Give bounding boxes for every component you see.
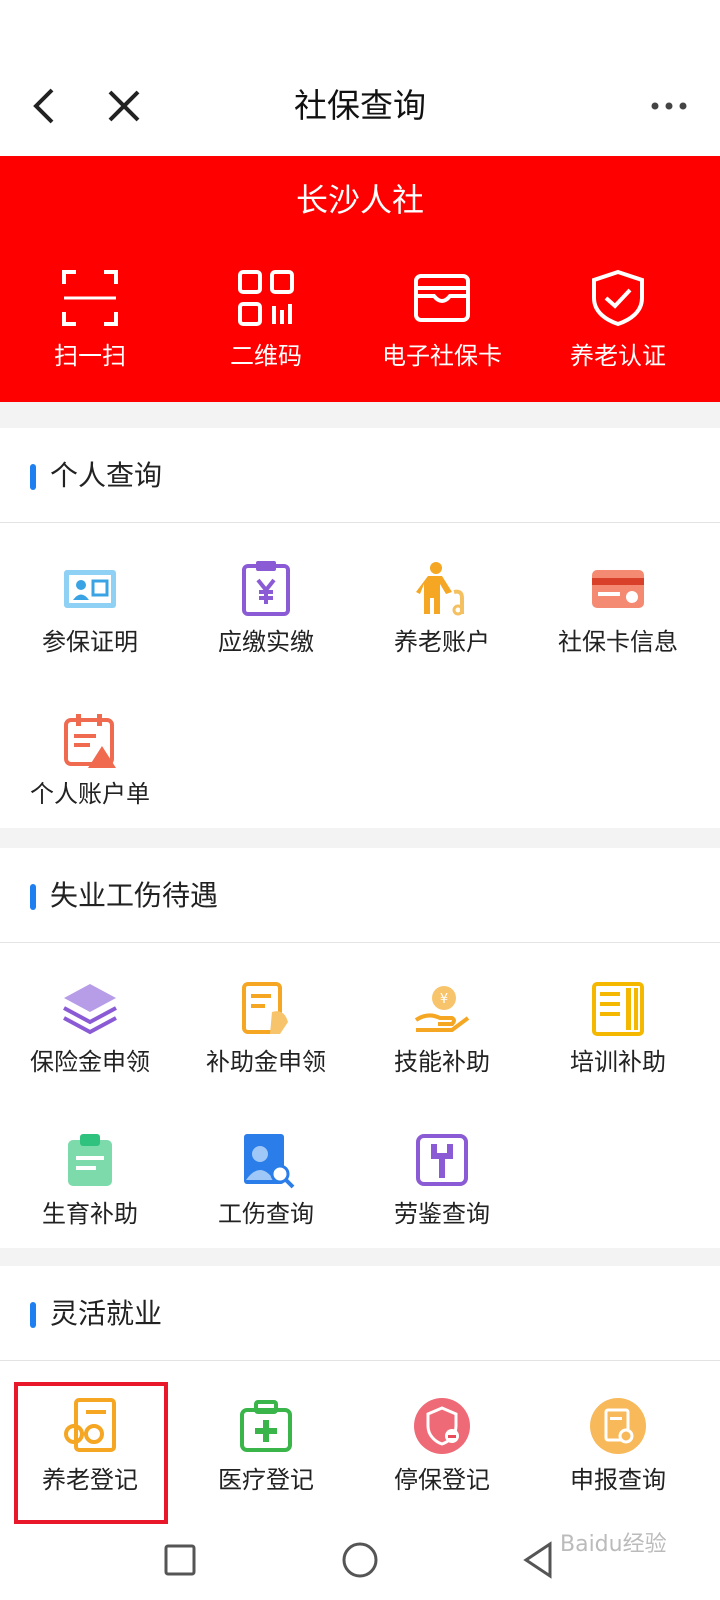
grid-item-personal-statement[interactable]: 个人账户单 [0,680,180,820]
grid-item-label: 参保证明 [42,628,138,656]
section-personal-query: 个人查询 参保证明 应缴实缴 养老账户 社保卡信息 个人账户单 [0,428,720,828]
section-header: 失业工伤待遇 [0,848,720,943]
page-title: 社保查询 [294,86,426,125]
grid-item-label: 个人账户单 [30,780,150,808]
scan-icon [62,270,118,326]
section-title: 失业工伤待遇 [50,879,219,912]
grid-item-label: 技能补助 [394,1048,490,1076]
watermark-text: Baidu经验 [560,1532,667,1557]
document-search-icon [590,1398,646,1454]
medical-kit-icon [240,1400,292,1452]
triangle-back-icon [523,1541,552,1579]
qrcode-icon [238,270,294,326]
grid-item-maternity-subsidy[interactable]: 生育补助 [0,1100,180,1240]
grid-item-payable-paid[interactable]: 应缴实缴 [176,528,356,668]
qrcode-button[interactable]: 二维码 [176,268,356,388]
grid-item-label: 工伤查询 [218,1200,314,1228]
id-card-icon [64,570,116,608]
grid-item-training-subsidy[interactable]: 培训补助 [528,948,708,1088]
more-dots-icon [651,102,687,110]
grid-item-pension-account[interactable]: 养老账户 [352,528,532,668]
coin-hand-icon: ¥ [414,986,470,1032]
section-header: 灵活就业 [0,1266,720,1361]
banner-title: 长沙人社 [295,181,424,219]
top-bar: 社保查询 [0,0,720,156]
more-button[interactable] [648,92,690,120]
svg-text:¥: ¥ [440,992,448,1007]
e-card-button[interactable]: 电子社保卡 [352,268,532,388]
back-nav-button[interactable] [516,1536,564,1584]
system-nav-bar: Baidu经验 [0,1524,720,1600]
highlight-box [14,1382,168,1524]
pension-auth-button[interactable]: 养老认证 [528,268,708,388]
hero-banner: 长沙人社 扫一扫 二维码 电子社保卡 养老认证 [0,156,720,402]
elderly-person-icon [416,562,464,616]
calendar-warning-icon [64,714,116,768]
recent-apps-button[interactable] [156,1536,204,1584]
e-card-label: 电子社保卡 [382,342,502,370]
section-accent-bar [30,884,36,910]
section-header: 个人查询 [0,428,720,523]
home-button[interactable] [336,1536,384,1584]
shield-minus-icon [414,1398,470,1454]
wrench-icon [416,1134,468,1186]
section-title: 个人查询 [50,459,163,492]
qrcode-label: 二维码 [230,342,302,370]
square-icon [164,1544,196,1576]
circle-icon [342,1542,378,1578]
grid-item-subsidy-claim[interactable]: 补助金申领 [176,948,356,1088]
grid-item-label: 劳鉴查询 [394,1200,490,1228]
grid-item-label: 保险金申领 [30,1048,150,1076]
credit-card-icon [592,570,644,608]
section-unemployment-injury: 失业工伤待遇 保险金申领 补助金申领 ¥ 技能补助 培训补助 生育补助 工伤查询… [0,848,720,1248]
scan-label: 扫一扫 [54,342,126,370]
grid-item-labor-appraisal[interactable]: 劳鉴查询 [352,1100,532,1240]
grid-item-skill-subsidy[interactable]: ¥ 技能补助 [352,948,532,1088]
grid-item-injury-query[interactable]: 工伤查询 [176,1100,356,1240]
grid-item-declaration-query[interactable]: 申报查询 [528,1366,708,1506]
layers-icon [63,984,117,1035]
grid-item-label: 养老账户 [394,628,490,656]
grid-item-card-info[interactable]: 社保卡信息 [528,528,708,668]
section-title: 灵活就业 [50,1297,163,1330]
document-hand-icon [242,982,288,1034]
grid-item-label: 申报查询 [570,1466,666,1494]
grid-item-label: 停保登记 [394,1466,490,1494]
grid-item-suspend-insurance[interactable]: 停保登记 [352,1366,532,1506]
grid-item-insurance-claim[interactable]: 保险金申领 [0,948,180,1088]
grid-item-label: 社保卡信息 [558,628,678,656]
shield-check-icon [592,269,644,327]
book-icon [592,982,644,1036]
wallet-card-icon [414,274,470,322]
grid-item-medical-registration[interactable]: 医疗登记 [176,1366,356,1506]
grid-item-insurance-certificate[interactable]: 参保证明 [0,528,180,668]
grid-item-label: 培训补助 [570,1048,666,1076]
person-search-icon [244,1134,295,1189]
grid-item-label: 应缴实缴 [218,628,314,656]
grid-item-label: 生育补助 [42,1200,138,1228]
section-accent-bar [30,464,36,490]
section-accent-bar [30,1302,36,1328]
clipboard-list-icon [68,1134,112,1186]
scan-button[interactable]: 扫一扫 [0,268,180,388]
grid-item-label: 医疗登记 [218,1466,314,1494]
grid-item-label: 补助金申领 [206,1048,326,1076]
pension-auth-label: 养老认证 [570,342,666,370]
clipboard-yen-icon [242,561,290,616]
